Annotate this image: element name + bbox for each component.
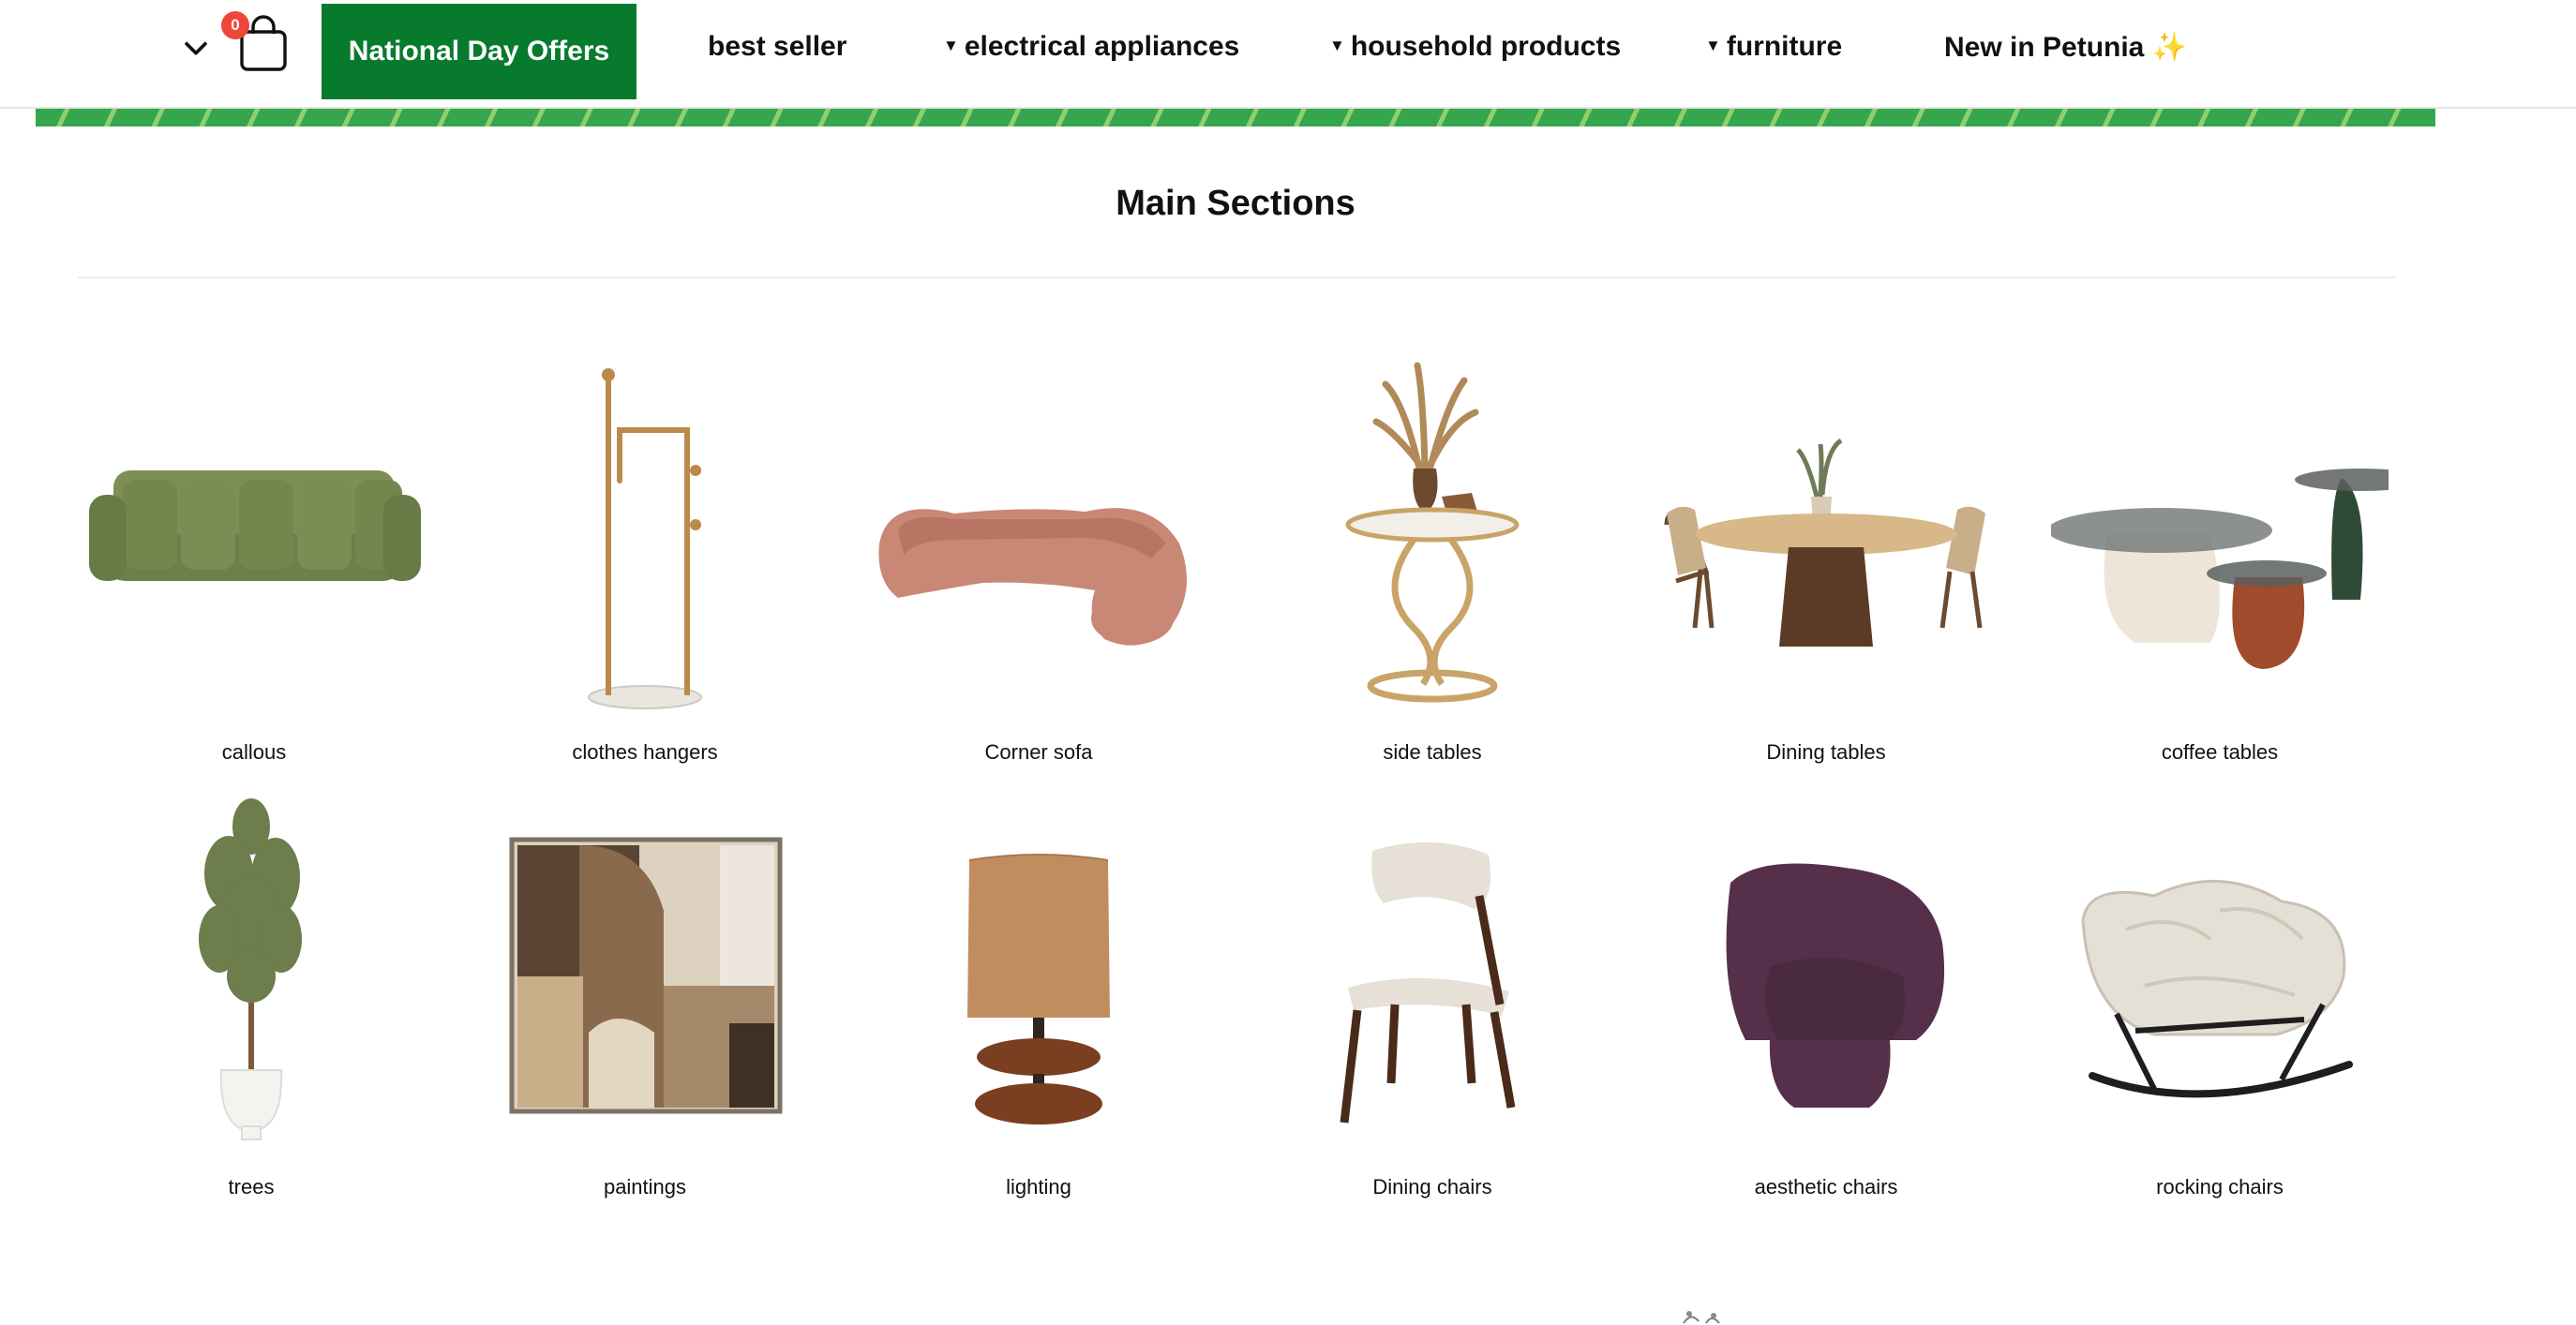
armchair-image [1726,863,1945,1108]
corner-sofa-image [878,508,1187,646]
coffee-tables-image [2051,469,2389,669]
category-label: coffee tables [2161,740,2279,764]
nav-household-products-label: household products [1350,31,1622,62]
green-sofa-image [89,470,421,581]
chevron-down-icon[interactable] [180,32,212,64]
category-label: clothes hangers [572,740,718,764]
dining-chair-image [1340,841,1516,1124]
caret-down-icon: ▼ [943,37,959,54]
nav-household-products[interactable]: ▼ household products [1329,26,1621,67]
painting-image [509,837,783,1114]
category-label: lighting [1006,1175,1071,1198]
decorative-twig-icon [1683,1311,1720,1324]
nav-furniture-label: furniture [1726,31,1843,62]
top-navbar: 0 National Day Offers best seller ▼ elec… [0,0,2576,109]
category-label: Corner sofa [984,740,1093,764]
nav-best-seller-label: best seller [708,31,847,62]
clothes-hanger-image [588,368,702,709]
decorative-green-stripe [36,109,2435,127]
table-lamp-image [967,854,1110,1124]
nav-electrical-appliances-label: electrical appliances [964,31,1240,62]
rocking-chair-image [2081,879,2353,1098]
category-label: rocking chairs [2156,1175,2284,1198]
dining-table-image [1664,438,1985,647]
nav-new-in-petunia-label: New in Petunia ✨ [1944,31,2188,63]
side-table-image [1345,362,1520,703]
caret-down-icon: ▼ [1705,37,1721,54]
category-label: Dining tables [1766,740,1886,764]
nav-furniture[interactable]: ▼ furniture [1705,26,1842,67]
section-divider [78,276,2395,278]
nav-electrical-appliances[interactable]: ▼ electrical appliances [943,26,1239,67]
potted-tree-image [199,798,302,1140]
caret-down-icon: ▼ [1329,37,1345,54]
category-label: aesthetic chairs [1754,1175,1898,1198]
category-label: Dining chairs [1372,1175,1492,1198]
category-label: trees [228,1175,275,1198]
category-label: callous [221,740,287,764]
section-title: Main Sections [1116,184,1355,223]
nav-national-day-offers[interactable]: National Day Offers [322,4,637,99]
category-label: side tables [1383,740,1482,764]
category-label: paintings [603,1175,687,1198]
nav-national-day-offers-label: National Day Offers [348,36,610,67]
nav-new-in-petunia[interactable]: New in Petunia ✨ [1944,26,2187,67]
cart-count-badge: 0 [221,11,249,39]
nav-best-seller[interactable]: best seller [708,26,846,67]
